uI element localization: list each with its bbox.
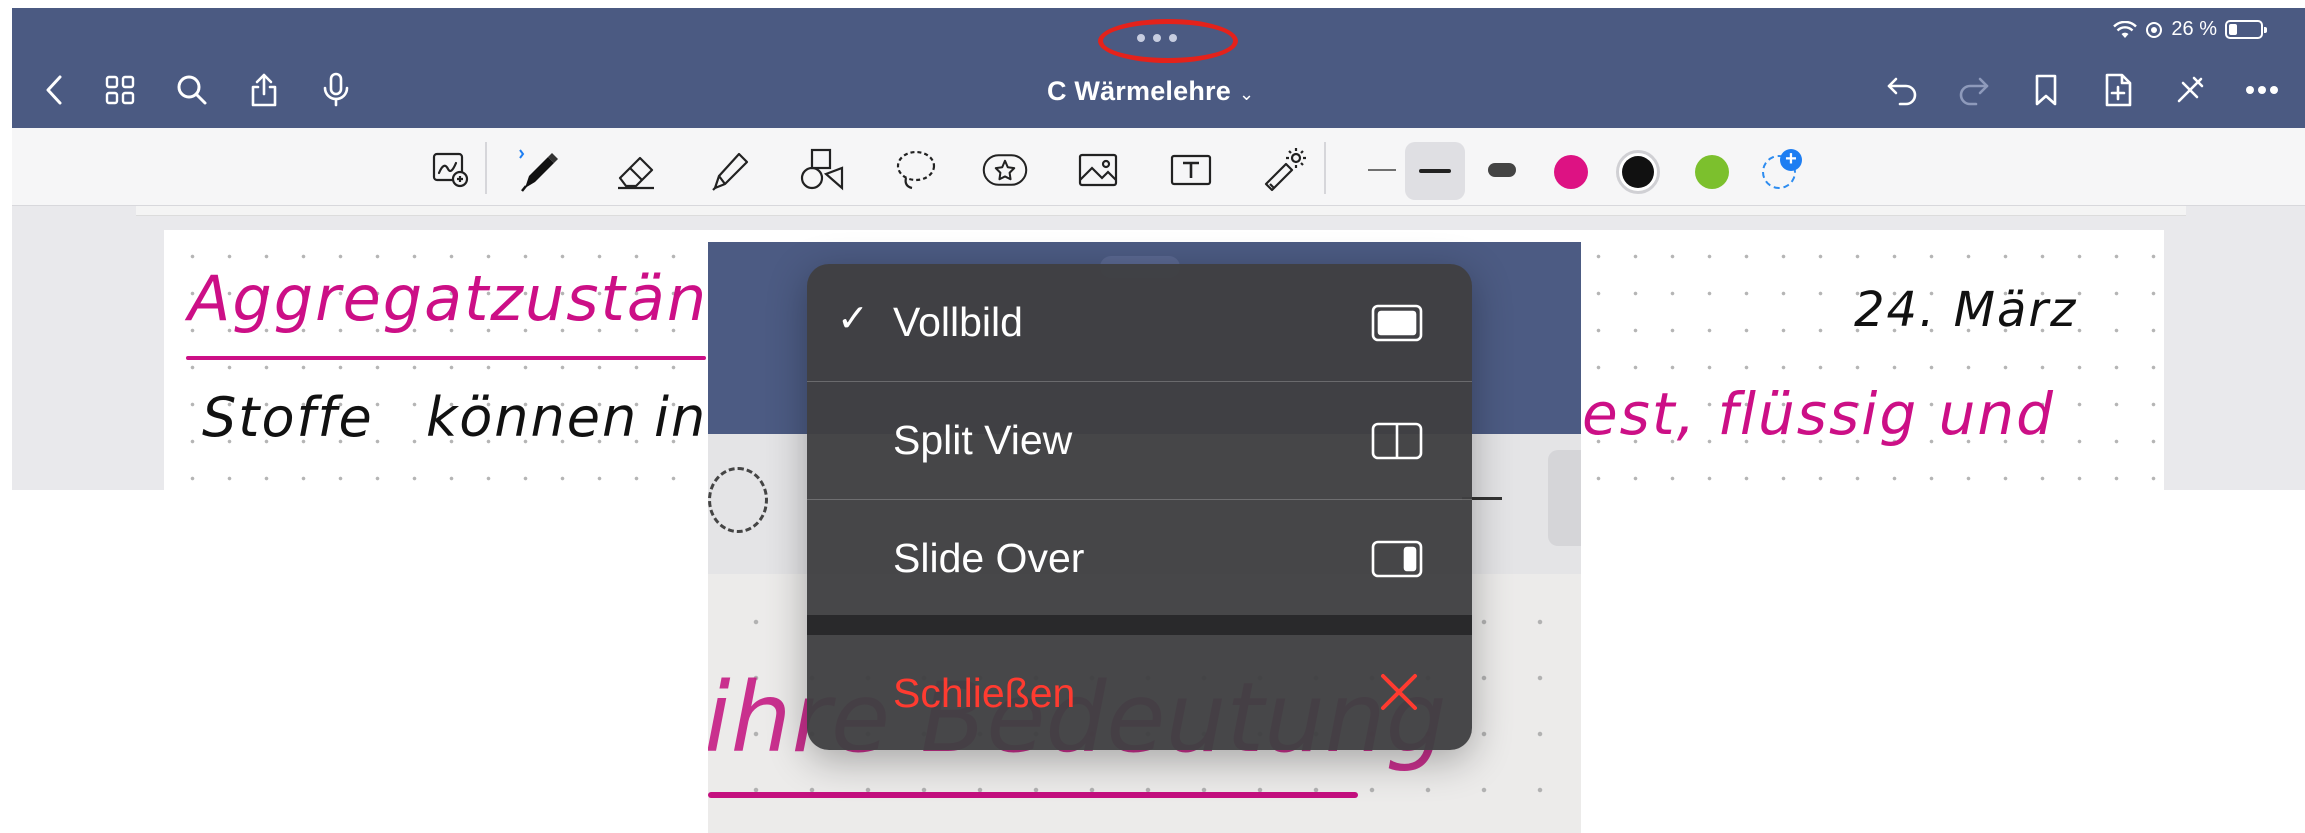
microphone-icon[interactable]	[316, 70, 356, 110]
lasso-icon[interactable]	[892, 146, 940, 194]
preview-underline	[708, 792, 1358, 798]
navigation-bar: 26 % C Wärmelehre ⌄	[12, 8, 2305, 128]
sticker-icon[interactable]	[981, 146, 1029, 194]
stroke-thin[interactable]	[1358, 146, 1406, 194]
battery-icon	[2225, 20, 2267, 39]
search-icon[interactable]	[172, 70, 212, 110]
highlighter-icon[interactable]	[705, 146, 753, 194]
more-icon[interactable]	[2242, 70, 2282, 110]
menu-item-label: Vollbild	[893, 299, 1023, 345]
menu-item-label: Schließen	[893, 670, 1076, 716]
fullscreen-icon	[1371, 304, 1423, 347]
battery-percentage: 26 %	[2171, 18, 2217, 40]
note-heading: Aggregatzustände	[188, 262, 790, 335]
share-icon[interactable]	[244, 70, 284, 110]
slide-over-icon	[1371, 540, 1423, 583]
wifi-icon	[2113, 20, 2138, 39]
stroke-medium-selected[interactable]	[1405, 142, 1465, 200]
menu-item-split-view[interactable]: Split View	[807, 382, 1472, 499]
undo-icon[interactable]	[1882, 70, 1922, 110]
multitasking-menu: ✓ Vollbild Split View Slide Over Schließ…	[807, 264, 1472, 750]
pen-icon[interactable]	[514, 146, 562, 194]
previous-page-edge	[136, 206, 2186, 216]
menu-item-label: Split View	[893, 417, 1073, 463]
color-swatch-black-selected[interactable]	[1616, 150, 1660, 194]
close-icon	[1378, 671, 1420, 718]
document-title-text: C Wärmelehre	[1047, 76, 1231, 106]
stroke-thick[interactable]	[1478, 146, 1526, 194]
toolbar-separator	[485, 142, 487, 194]
toolbar-separator	[1324, 142, 1326, 194]
bookmark-icon[interactable]	[2026, 70, 2066, 110]
drawing-toolbar: +	[12, 128, 2305, 206]
note-word-1: Stoffe	[202, 386, 374, 449]
chevron-down-icon: ⌄	[1238, 84, 1255, 104]
grid-icon[interactable]	[100, 70, 140, 110]
preview-stroke-selection	[1548, 450, 1581, 546]
multitasking-button[interactable]	[1137, 34, 1177, 42]
back-icon[interactable]	[34, 70, 74, 110]
plus-icon: +	[1780, 149, 1802, 171]
note-word-2: können	[426, 386, 639, 449]
note-date: 24. März	[1854, 282, 2078, 338]
preview-lasso-icon	[708, 467, 768, 533]
split-view-icon	[1371, 422, 1423, 465]
shapes-icon[interactable]	[798, 146, 846, 194]
heading-underline	[186, 356, 706, 360]
close-edit-icon[interactable]	[2170, 70, 2210, 110]
status-bar: 26 %	[2113, 18, 2267, 41]
laser-pointer-icon[interactable]	[1260, 146, 1308, 194]
text-icon[interactable]	[1167, 146, 1215, 194]
image-icon[interactable]	[1074, 146, 1122, 194]
menu-item-close[interactable]: Schließen	[807, 635, 1472, 750]
menu-item-fullscreen[interactable]: ✓ Vollbild	[807, 264, 1472, 381]
menu-item-slide-over[interactable]: Slide Over	[807, 500, 1472, 617]
zoom-window-icon[interactable]	[427, 146, 475, 194]
color-swatch-green[interactable]	[1695, 155, 1729, 189]
note-line-continuation: est, flüssig und	[1582, 380, 2055, 448]
document-title[interactable]: C Wärmelehre ⌄	[1047, 76, 1254, 107]
add-page-icon[interactable]	[2098, 70, 2138, 110]
checkmark-icon: ✓	[837, 298, 869, 340]
note-word-3: in	[654, 386, 708, 449]
redo-icon	[1954, 70, 1994, 110]
location-icon	[2145, 21, 2163, 39]
eraser-icon[interactable]	[612, 146, 660, 194]
menu-item-label: Slide Over	[893, 535, 1085, 581]
menu-group-gap	[807, 615, 1472, 635]
color-swatch-pink[interactable]	[1554, 155, 1588, 189]
add-color-button[interactable]: +	[1762, 149, 1802, 189]
